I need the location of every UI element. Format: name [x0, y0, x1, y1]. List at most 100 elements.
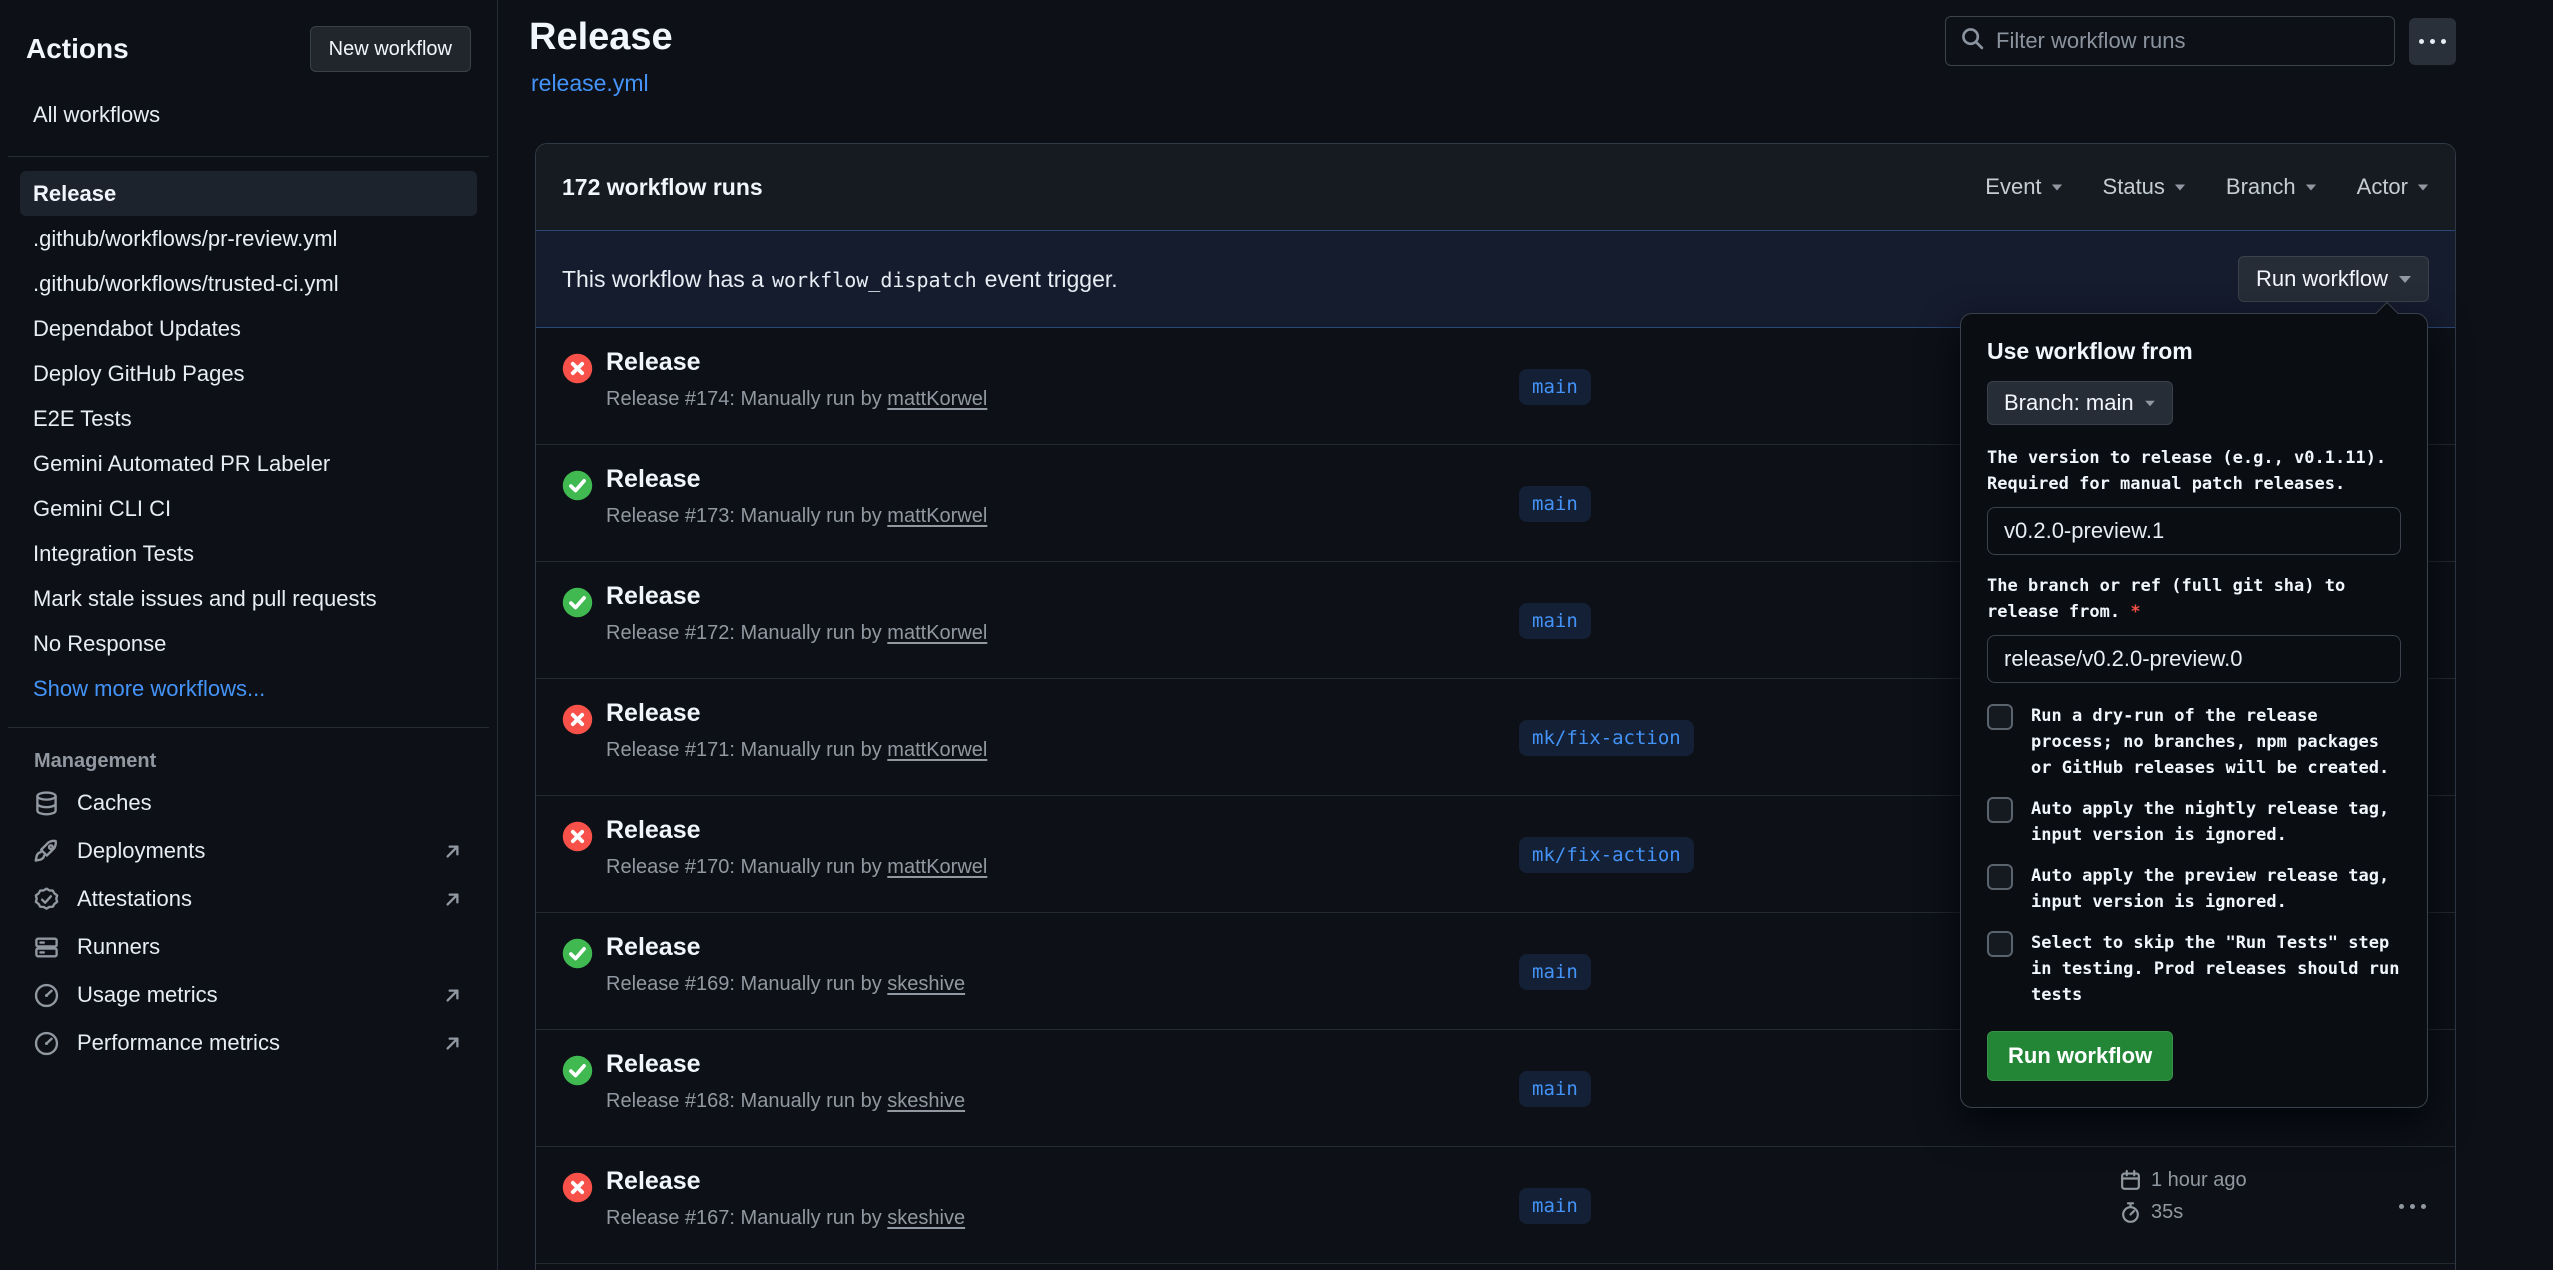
run-actor-link[interactable]: mattKorwel — [887, 739, 987, 761]
sidebar-item-workflow[interactable]: E2E Tests — [20, 396, 477, 441]
filter-actor[interactable]: Actor — [2357, 174, 2429, 200]
version-input[interactable] — [1987, 507, 2401, 555]
run-status-icon — [562, 587, 593, 618]
run-actor-link[interactable]: mattKorwel — [887, 388, 987, 410]
branch-badge[interactable]: main — [1519, 369, 1591, 405]
branch-badge[interactable]: main — [1519, 1188, 1591, 1224]
workflow-file-link[interactable]: release.yml — [531, 70, 649, 97]
checkbox-label: Auto apply the nightly release tag, inpu… — [2031, 796, 2389, 848]
branch-badge[interactable]: main — [1519, 486, 1591, 522]
filter-event[interactable]: Event — [1985, 174, 2062, 200]
sidebar-item-workflow[interactable]: Dependabot Updates — [20, 306, 477, 351]
sidebar-item-label: Release — [33, 181, 116, 206]
branch-badge[interactable]: mk/fix-action — [1519, 837, 1694, 873]
header-kebab-button[interactable] — [2409, 18, 2456, 65]
branch-badge[interactable]: main — [1519, 1071, 1591, 1107]
sidebar-item-label: Gemini Automated PR Labeler — [33, 451, 330, 476]
run-actor-link[interactable]: mattKorwel — [887, 505, 987, 527]
management-list: Caches DeploymentsAttestationsRunnersUsag… — [20, 779, 477, 1067]
run-description: Release #173: Manually run by mattKorwel — [606, 505, 987, 528]
ref-input[interactable] — [1987, 635, 2401, 683]
meter-icon — [33, 982, 60, 1009]
sidebar-item-workflow[interactable]: Deploy GitHub Pages — [20, 351, 477, 396]
branch-badge[interactable]: main — [1519, 954, 1591, 990]
run-status-icon — [562, 704, 593, 735]
sidebar-item-label: .github/workflows/pr-review.yml — [33, 226, 337, 251]
run-description: Release #172: Manually run by mattKorwel — [606, 622, 987, 645]
run-description: Release #170: Manually run by mattKorwel — [606, 856, 987, 879]
meter-icon — [33, 1030, 60, 1057]
x-circle-icon — [562, 821, 593, 852]
sidebar-item-workflow[interactable]: Integration Tests — [20, 531, 477, 576]
run-status-icon — [562, 470, 593, 501]
run-workflow-popover: Use workflow from Branch: main The versi… — [1960, 313, 2428, 1108]
sidebar-item-attestations[interactable]: Attestations — [20, 875, 477, 923]
run-title[interactable]: Release — [606, 933, 701, 962]
new-workflow-button[interactable]: New workflow — [310, 26, 471, 72]
run-workflow-submit-button[interactable]: Run workflow — [1987, 1031, 2173, 1081]
run-title[interactable]: Release — [606, 348, 701, 377]
run-filters: Event Status Branch Actor — [1985, 174, 2429, 200]
run-count: 172 workflow runs — [562, 174, 763, 201]
filter-label: Status — [2103, 174, 2165, 200]
check-circle-icon — [562, 938, 593, 969]
sidebar-item-workflow[interactable]: Mark stale issues and pull requests — [20, 576, 477, 621]
run-actor-link[interactable]: skeshive — [887, 973, 965, 995]
sidebar-item-label: Integration Tests — [33, 541, 194, 566]
sidebar-item-label: Deploy GitHub Pages — [33, 361, 245, 386]
filter-workflow-runs-search[interactable] — [1945, 16, 2395, 66]
required-asterisk: * — [2130, 602, 2140, 622]
workflow-run-row: Release Release #167: Manually run by sk… — [536, 1147, 2455, 1264]
checkbox[interactable] — [1987, 931, 2013, 957]
branch-select-button[interactable]: Branch: main — [1987, 381, 2173, 425]
sidebar-item-workflow[interactable]: Gemini Automated PR Labeler — [20, 441, 477, 486]
run-title[interactable]: Release — [606, 1050, 701, 1079]
run-actor-link[interactable]: mattKorwel — [887, 856, 987, 878]
sidebar-item-workflow[interactable]: Gemini CLI CI — [20, 486, 477, 531]
sidebar-item-workflow[interactable]: No Response — [20, 621, 477, 666]
checkbox[interactable] — [1987, 704, 2013, 730]
sidebar-item-deployments[interactable]: Deployments — [20, 827, 477, 875]
run-description-text: Release #171: Manually run by — [606, 739, 882, 761]
filter-branch[interactable]: Branch — [2226, 174, 2317, 200]
branch-badge[interactable]: mk/fix-action — [1519, 720, 1694, 756]
sidebar-item-workflow[interactable]: .github/workflows/pr-review.yml — [20, 216, 477, 261]
run-title[interactable]: Release — [606, 465, 701, 494]
sidebar-item-label: Mark stale issues and pull requests — [33, 586, 377, 611]
run-actor-link[interactable]: mattKorwel — [887, 622, 987, 644]
run-actor-link[interactable]: skeshive — [887, 1090, 965, 1112]
checkbox[interactable] — [1987, 864, 2013, 890]
run-title[interactable]: Release — [606, 582, 701, 611]
branch-badge[interactable]: main — [1519, 603, 1591, 639]
sidebar-item-caches[interactable]: Caches — [20, 779, 477, 827]
sidebar-item-label: .github/workflows/trusted-ci.yml — [33, 271, 339, 296]
run-title[interactable]: Release — [606, 816, 701, 845]
run-title[interactable]: Release — [606, 699, 701, 728]
sidebar-item-workflow[interactable]: .github/workflows/trusted-ci.yml — [20, 261, 477, 306]
x-circle-icon — [562, 353, 593, 384]
checkbox-label: Run a dry-run of the release process; no… — [2031, 703, 2389, 781]
sidebar-item-performance-metrics[interactable]: Performance metrics — [20, 1019, 477, 1067]
check-circle-icon — [562, 1055, 593, 1086]
run-description-text: Release #174: Manually run by — [606, 388, 882, 410]
run-title[interactable]: Release — [606, 1167, 701, 1196]
chevron-down-icon — [2145, 400, 2155, 406]
run-description: Release #167: Manually run by skeshive — [606, 1207, 965, 1230]
run-kebab-button[interactable] — [2384, 1191, 2440, 1221]
run-workflow-dropdown-button[interactable]: Run workflow — [2238, 256, 2429, 302]
run-actor-link[interactable]: skeshive — [887, 1207, 965, 1229]
kebab-icon — [2419, 39, 2446, 44]
sidebar-item-workflow[interactable]: Release — [20, 171, 477, 216]
checkbox[interactable] — [1987, 797, 2013, 823]
sidebar-item-runners[interactable]: Runners — [20, 923, 477, 971]
sidebar-item-label: Caches — [77, 790, 152, 816]
workflow-input-option: Auto apply the nightly release tag, inpu… — [1987, 796, 2401, 848]
sidebar-item-label: No Response — [33, 631, 166, 656]
search-icon — [1960, 26, 1985, 56]
sidebar-item-all-workflows[interactable]: All workflows — [20, 92, 477, 138]
show-more-workflows-link[interactable]: Show more workflows... — [20, 666, 477, 711]
filter-status[interactable]: Status — [2103, 174, 2186, 200]
workflow-input-option: Auto apply the preview release tag, inpu… — [1987, 863, 2401, 915]
search-input[interactable] — [1996, 28, 2380, 54]
sidebar-item-usage-metrics[interactable]: Usage metrics — [20, 971, 477, 1019]
